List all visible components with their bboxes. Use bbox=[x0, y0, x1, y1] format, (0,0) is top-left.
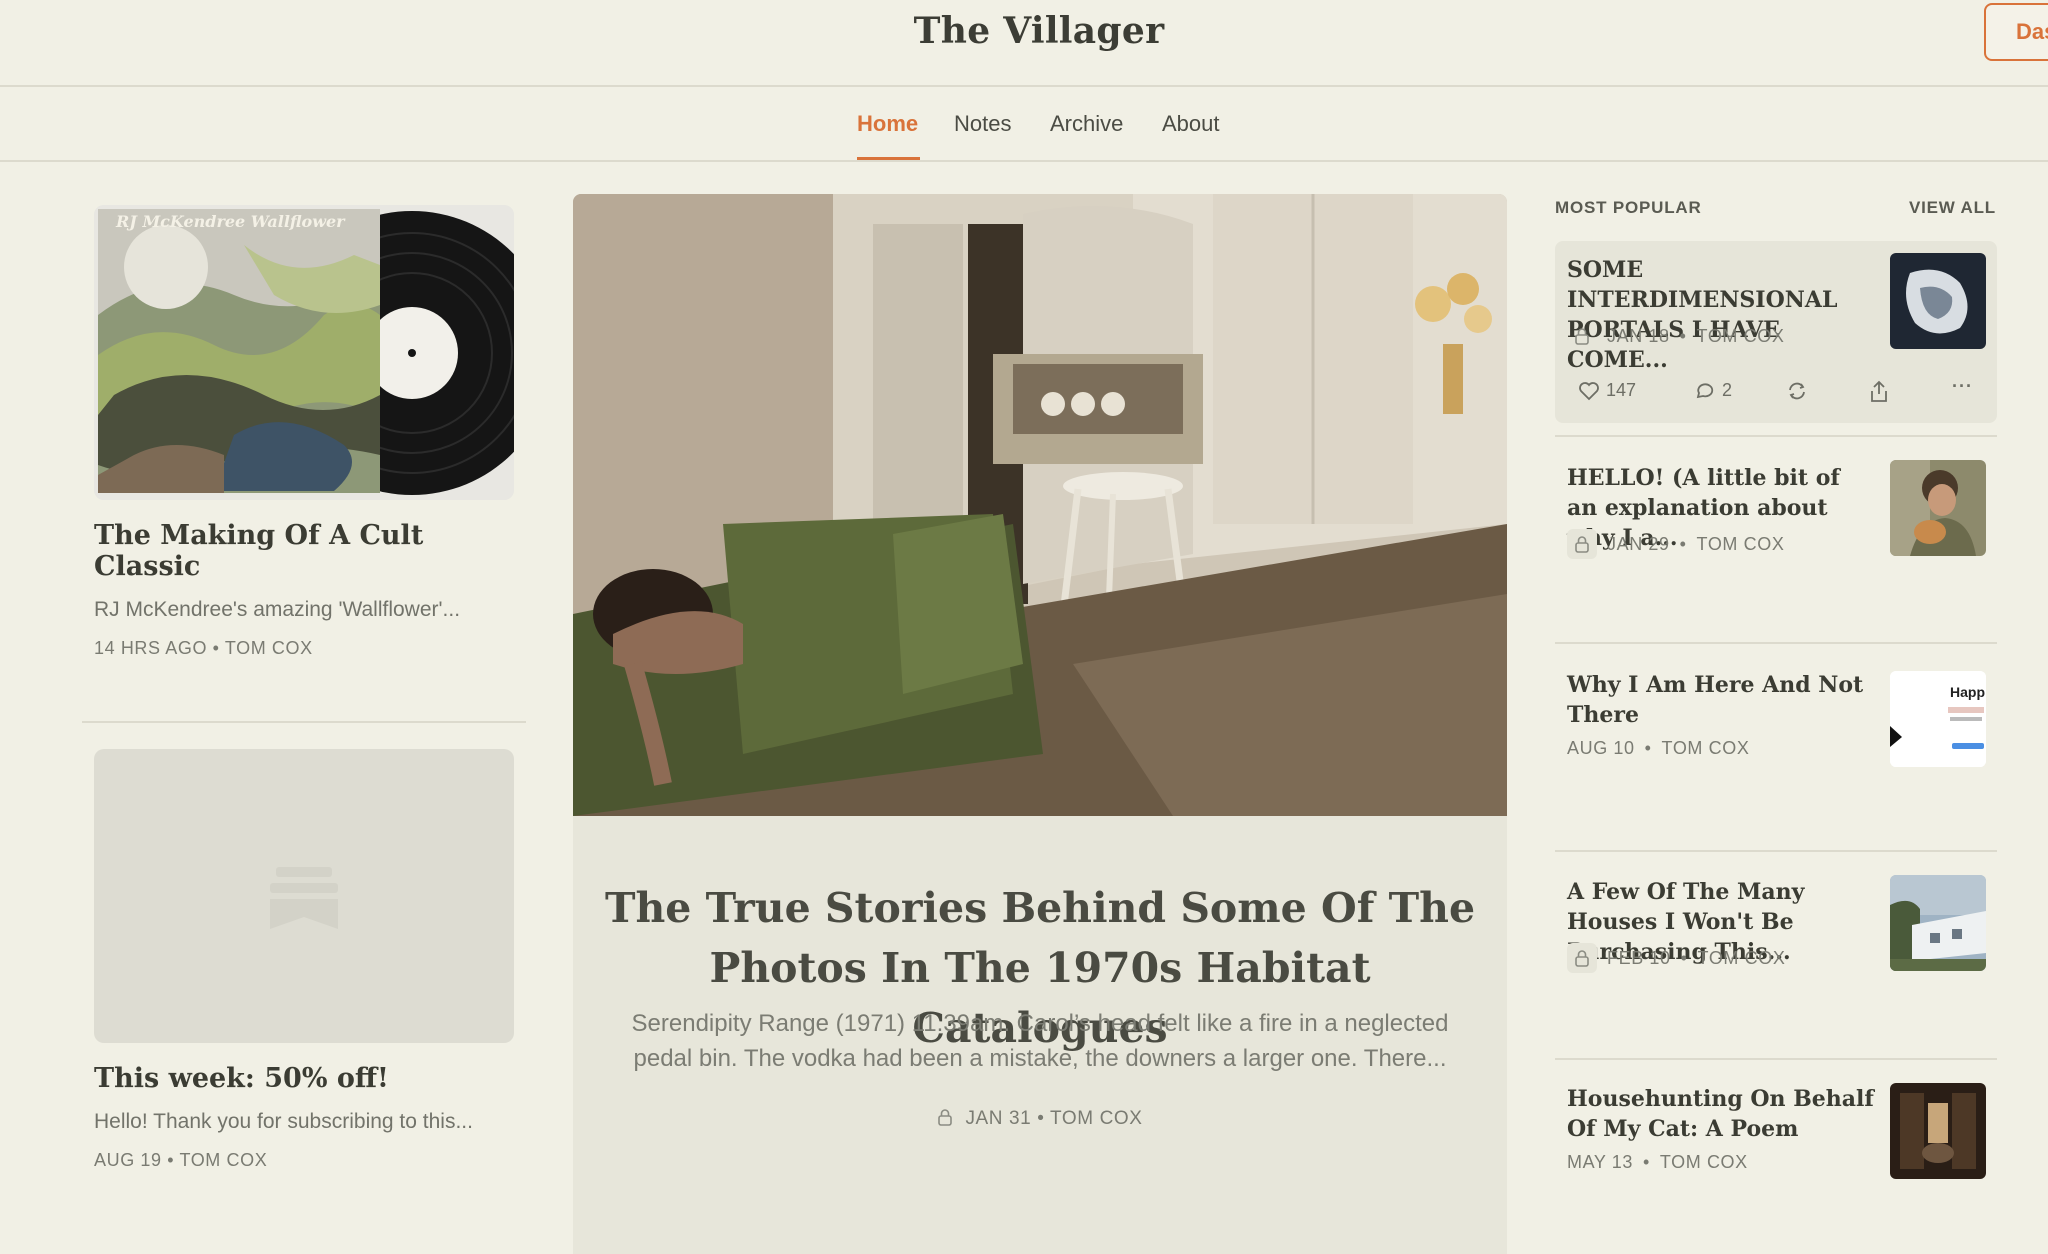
album-cover-text: RJ McKendree Wallflower bbox=[115, 212, 346, 231]
featured-post[interactable]: The True Stories Behind Some Of The Phot… bbox=[573, 194, 1507, 1254]
meta-separator: • bbox=[1680, 947, 1688, 968]
post-date: JAN 31 bbox=[965, 1108, 1032, 1129]
post-date: JAN 18 bbox=[1607, 325, 1670, 346]
active-tab-indicator bbox=[857, 157, 920, 160]
popular-item-meta: JAN 29 • TOM COX bbox=[1567, 529, 1784, 559]
thumbnail-text: Happ bbox=[1950, 684, 1985, 700]
dashboard-button[interactable]: Das bbox=[1984, 3, 2048, 61]
meta-separator: • bbox=[1679, 533, 1687, 554]
divider bbox=[82, 721, 526, 723]
divider bbox=[1555, 850, 1997, 852]
lock-icon bbox=[1567, 943, 1597, 973]
like-button[interactable]: 147 bbox=[1578, 380, 1636, 401]
post-meta: AUG 19 • TOM COX bbox=[94, 1150, 514, 1171]
popular-item-actions: 147 2 ··· bbox=[1578, 376, 1978, 410]
popular-item-thumbnail[interactable]: Happ bbox=[1890, 671, 1986, 767]
tab-archive[interactable]: Archive bbox=[1050, 111, 1123, 137]
post-date: MAY 13 bbox=[1567, 1152, 1633, 1172]
post-card-1[interactable]: The Making Of A Cult Classic RJ McKendre… bbox=[94, 520, 514, 659]
comment-count: 2 bbox=[1722, 380, 1733, 400]
divider bbox=[1555, 1058, 1997, 1060]
featured-post-meta: JAN 31 • TOM COX bbox=[573, 1108, 1507, 1130]
post-author[interactable]: TOM COX bbox=[1697, 326, 1785, 347]
album-cover-image: RJ McKendree Wallflower bbox=[94, 205, 514, 500]
divider bbox=[1555, 642, 1997, 644]
post-card-2[interactable]: This week: 50% off! Hello! Thank you for… bbox=[94, 1063, 514, 1171]
popular-item-title[interactable]: Why I Am Here And Not There bbox=[1567, 670, 1875, 730]
meta-separator: • bbox=[1644, 738, 1652, 758]
meta-separator: • bbox=[1031, 1108, 1051, 1129]
post-date: FEB 10 bbox=[1607, 947, 1671, 968]
post-author[interactable]: TOM COX bbox=[1697, 534, 1785, 555]
like-count: 147 bbox=[1606, 380, 1637, 400]
post-subtitle: Hello! Thank you for subscribing to this… bbox=[94, 1110, 473, 1133]
site-title[interactable]: The Villager bbox=[0, 10, 2048, 52]
post-thumbnail-placeholder[interactable] bbox=[94, 749, 514, 1043]
heart-icon bbox=[1579, 381, 1599, 400]
share-icon bbox=[1871, 380, 1887, 402]
popular-item-thumbnail[interactable] bbox=[1890, 460, 1986, 556]
meta-separator: • bbox=[1679, 325, 1687, 346]
popular-item-title[interactable]: Househunting On Behalf Of My Cat: A Poem bbox=[1567, 1084, 1875, 1144]
restack-button[interactable] bbox=[1786, 380, 1808, 402]
popular-item-meta: AUG 10 • TOM COX bbox=[1567, 738, 1749, 759]
post-meta: 14 HRS AGO • TOM COX bbox=[94, 638, 514, 659]
tab-notes[interactable]: Notes bbox=[954, 111, 1011, 137]
tab-about[interactable]: About bbox=[1162, 111, 1220, 137]
popular-item-thumbnail[interactable] bbox=[1890, 1083, 1986, 1179]
post-date: AUG 19 bbox=[94, 1150, 162, 1170]
post-subtitle: RJ McKendree's amazing 'Wallflower'... bbox=[94, 598, 461, 621]
post-title[interactable]: The Making Of A Cult Classic bbox=[94, 520, 514, 582]
most-popular-heading: MOST POPULAR bbox=[1555, 198, 1702, 217]
restack-icon bbox=[1789, 382, 1805, 400]
post-author[interactable]: TOM COX bbox=[1662, 738, 1750, 759]
lock-icon bbox=[1567, 529, 1597, 559]
comment-icon bbox=[1696, 382, 1714, 398]
popular-item-title[interactable]: SOME INTERDIMENSIONAL PORTALS I HAVE COM… bbox=[1567, 255, 1875, 375]
post-author[interactable]: TOM COX bbox=[1698, 948, 1786, 969]
lock-icon bbox=[1567, 321, 1597, 351]
meta-separator: • bbox=[1642, 1152, 1650, 1172]
post-author[interactable]: TOM COX bbox=[225, 638, 313, 658]
nav-bar: Home Notes Archive About bbox=[0, 87, 2048, 162]
tab-home[interactable]: Home bbox=[857, 111, 918, 137]
divider bbox=[1555, 435, 1997, 437]
view-all-link[interactable]: VIEW ALL bbox=[1909, 198, 1996, 218]
image-placeholder-icon bbox=[270, 867, 338, 929]
popular-item-thumbnail[interactable] bbox=[1890, 253, 1986, 349]
lock-icon bbox=[938, 1109, 953, 1126]
share-button[interactable] bbox=[1869, 380, 1889, 404]
post-author[interactable]: TOM COX bbox=[1050, 1108, 1143, 1129]
post-date: JAN 29 bbox=[1607, 533, 1670, 554]
post-date: AUG 10 bbox=[1567, 738, 1635, 758]
post-author[interactable]: TOM COX bbox=[1660, 1152, 1748, 1173]
more-icon: ··· bbox=[1952, 376, 1973, 396]
top-header: The Villager Das bbox=[0, 0, 2048, 87]
popular-item-meta: JAN 18 • TOM COX bbox=[1567, 321, 1784, 351]
post-date: 14 HRS AGO bbox=[94, 638, 208, 658]
more-button[interactable]: ··· bbox=[1952, 376, 1973, 397]
post-thumbnail-album[interactable]: RJ McKendree Wallflower bbox=[94, 205, 514, 500]
popular-item-meta: MAY 13 • TOM COX bbox=[1567, 1152, 1748, 1173]
post-author[interactable]: TOM COX bbox=[179, 1150, 267, 1170]
comment-button[interactable]: 2 bbox=[1694, 380, 1732, 401]
featured-post-image[interactable] bbox=[573, 194, 1507, 816]
featured-post-subtitle: Serendipity Range (1971) 11.39am. Carol’… bbox=[631, 1010, 1449, 1072]
post-title[interactable]: This week: 50% off! bbox=[94, 1063, 514, 1094]
popular-item-meta: FEB 10 • TOM COX bbox=[1567, 943, 1785, 973]
meta-separator: • bbox=[167, 1150, 180, 1170]
popular-item-thumbnail[interactable] bbox=[1890, 875, 1986, 971]
meta-separator: • bbox=[212, 638, 225, 658]
